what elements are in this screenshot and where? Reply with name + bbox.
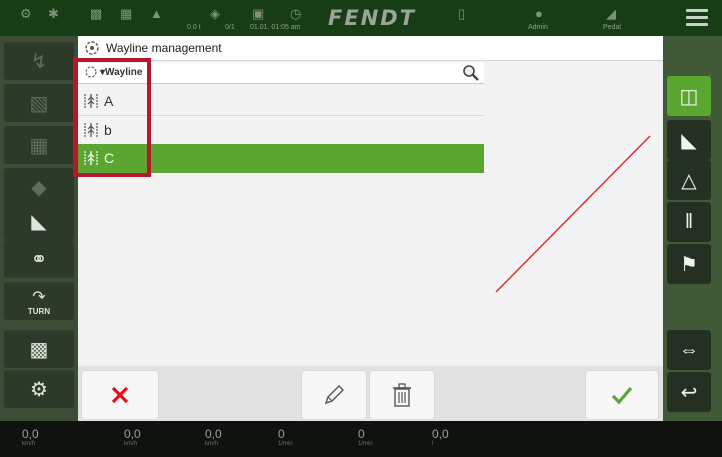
status-user: Admin [528,24,548,31]
antenna-icon: ✱ [48,6,59,21]
calendar-icon: ▣ [252,6,265,21]
turn-icon: ↷ [32,288,46,306]
turn-label: TURN [27,306,51,316]
wifi-icon: ◈ [210,6,220,21]
speed-readout-3: 0,0 km/h [205,427,222,447]
turn-button[interactable]: ↷ TURN [4,282,74,320]
shift-line-icon[interactable]: ⇔ [667,330,711,370]
field-add-icon[interactable]: ◣ [667,120,711,160]
ab-line-add-icon[interactable]: ◫ [667,76,711,116]
user-icon[interactable]: ● [535,6,543,21]
pto-readout-1: 0 1/min [278,427,293,447]
headland-icon[interactable]: ◆ [4,168,74,206]
status-datetime: 01.01. 01:05 am [250,24,301,31]
wayline-sidebar-icon[interactable]: ⚭ [4,240,74,278]
return-icon[interactable]: ↩ [667,372,711,412]
status-weight: 0.0 t [187,24,201,31]
pto-readout-2: 0 1/min [358,427,373,447]
guidance-icon[interactable]: ↯ [4,42,74,80]
status-count: 0/1 [225,24,235,31]
contour-add-icon[interactable]: △ [667,160,711,200]
wayline-management-dialog: Wayline management ▾Wayline A b C [78,36,663,421]
field-icon[interactable]: ▧ [4,84,74,122]
screen-layout-icon[interactable]: ▩ [4,330,74,368]
annotation-highlight-box [73,58,151,177]
speed-readout-2: 0,0 km/h [124,427,141,447]
top-status-bar: ⚙ ✱ ▩ ▦ ▲ 0.0 t 0/1 01.01. 01:05 am ◈ ▣ … [0,0,722,36]
fuel-readout: 0,0 l [432,427,449,447]
phone-icon: ▯ [458,6,466,21]
tramline-icon[interactable]: ◣ [4,202,74,240]
status-pedal: Pedal [603,24,621,31]
gear-indicator-icon: ⚙ [20,6,32,21]
annotation-line [495,135,651,293]
boundary-icon[interactable]: ▦ [4,126,74,164]
flag-add-icon[interactable]: ⚑ [667,244,711,284]
parallel-lines-icon[interactable]: ‖ [667,202,711,242]
implement-icon: ▦ [120,6,133,21]
pedal-icon[interactable]: ◢ [606,6,616,22]
settings-icon[interactable]: ⚙ [4,370,74,408]
brand-logo: FENDT [328,6,417,30]
rate-icon: ▲ [150,6,163,21]
menu-icon[interactable] [686,9,708,26]
bottom-status-bar: 0,0 km/h 0,0 km/h 0,0 km/h 0 1/min 0 1/min 0,… [0,421,722,457]
speed-readout-1: 0,0 km/h [22,427,39,447]
clock-icon: ◷ [290,6,302,21]
tractor-icon: ▩ [90,6,103,21]
